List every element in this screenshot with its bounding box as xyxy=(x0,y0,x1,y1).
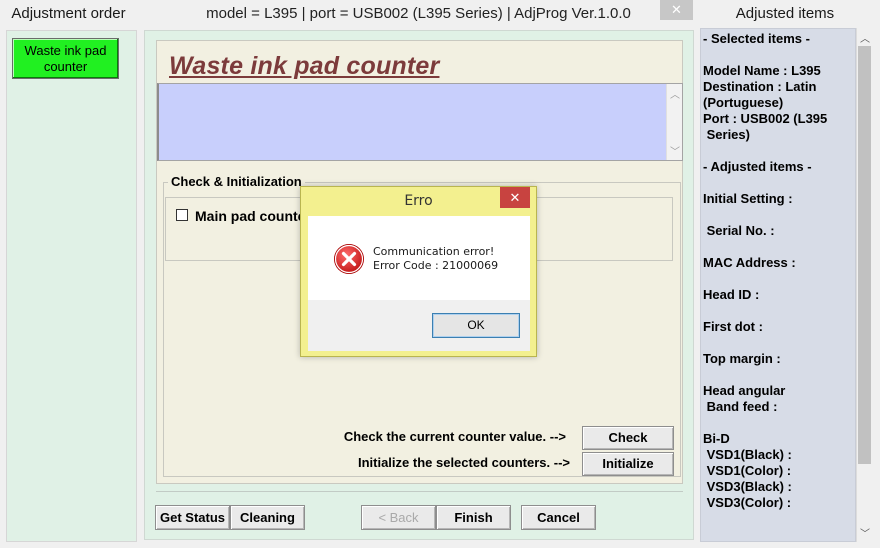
scroll-down-arrow-icon[interactable]: ﹀ xyxy=(857,525,873,540)
page-heading: Waste ink pad counter xyxy=(169,52,440,80)
initialize-button[interactable]: Initialize xyxy=(582,452,674,476)
dialog-body: Communication error! Error Code : 210000… xyxy=(308,216,530,300)
adjusted-items-list[interactable]: - Selected items - Model Name : L395 Des… xyxy=(700,28,856,542)
back-button[interactable]: < Back xyxy=(361,505,436,530)
ok-button[interactable]: OK xyxy=(432,313,520,338)
window-close-button[interactable]: ✕ xyxy=(660,0,693,20)
dialog-close-button[interactable]: ✕ xyxy=(500,187,530,208)
cancel-button[interactable]: Cancel xyxy=(521,505,596,530)
group-label: Check & Initialization xyxy=(168,174,305,189)
check-hint-label: Check the current counter value. --> xyxy=(343,429,566,444)
waste-ink-pad-counter-item[interactable]: Waste ink pad counter xyxy=(12,38,119,79)
info-text-area[interactable]: ︿ ﹀ xyxy=(157,83,683,161)
info-scrollbar[interactable]: ︿ ﹀ xyxy=(666,84,682,160)
get-status-button[interactable]: Get Status xyxy=(155,505,230,530)
dialog-message-line2: Error Code : 21000069 xyxy=(373,259,499,272)
main-pad-counter-checkbox[interactable] xyxy=(176,209,188,221)
scroll-up-arrow-icon[interactable]: ︿ xyxy=(667,86,683,101)
error-dialog: Erro ✕ Communication error! Error Code :… xyxy=(300,186,537,357)
error-icon xyxy=(334,244,364,274)
scroll-down-arrow-icon[interactable]: ﹀ xyxy=(667,143,683,158)
dialog-message: Communication error! Error Code : 210000… xyxy=(373,245,498,273)
divider xyxy=(156,491,683,492)
window-title: model = L395 | port = USB002 (L395 Serie… xyxy=(206,5,631,22)
left-pane: Adjustment order Waste ink pad counter xyxy=(0,0,137,548)
adjusted-items-title: Adjusted items xyxy=(735,5,835,22)
check-button[interactable]: Check xyxy=(582,426,674,450)
scrollbar-thumb[interactable] xyxy=(858,46,871,464)
adjusted-items-scrollbar[interactable]: ︿ ﹀ xyxy=(856,28,872,542)
adjustment-order-title: Adjustment order xyxy=(11,5,126,22)
scroll-up-arrow-icon[interactable]: ︿ xyxy=(857,30,873,45)
adjustment-order-list: Waste ink pad counter xyxy=(6,30,137,542)
cleaning-button[interactable]: Cleaning xyxy=(230,505,305,530)
dialog-message-line1: Communication error! xyxy=(373,245,495,258)
dialog-footer: OK xyxy=(308,300,530,351)
adjusted-items-text: - Selected items - Model Name : L395 Des… xyxy=(703,31,828,510)
main-pad-counter-label: Main pad counter xyxy=(195,208,311,224)
initialize-hint-label: Initialize the selected counters. --> xyxy=(357,455,570,470)
finish-button[interactable]: Finish xyxy=(436,505,511,530)
